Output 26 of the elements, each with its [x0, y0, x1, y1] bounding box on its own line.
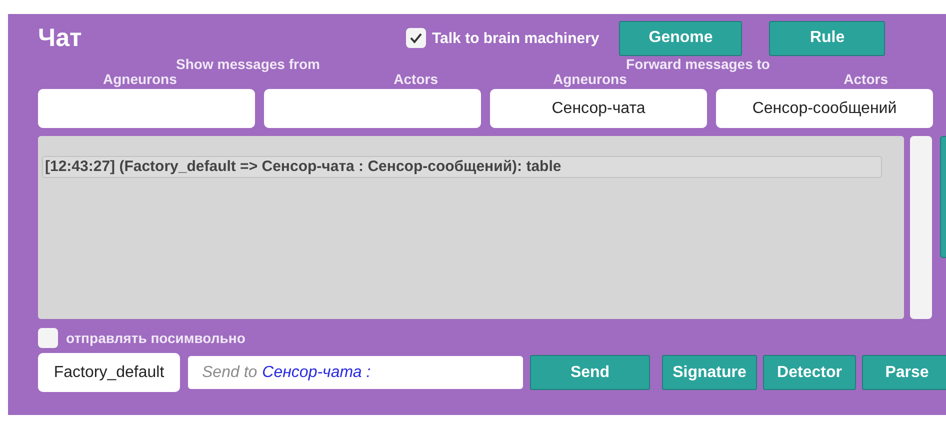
action-button[interactable]: Detector: [763, 355, 856, 390]
checkbox[interactable]: [406, 28, 426, 48]
action-button[interactable]: Parse: [862, 355, 946, 390]
send-button[interactable]: Send: [530, 355, 650, 390]
panel-title: Чат: [38, 24, 83, 52]
message-input[interactable]: Send to Сенсор-чата :: [188, 356, 523, 389]
column-heading: Agneurons: [102, 72, 178, 87]
name-field[interactable]: [38, 89, 255, 128]
name-field[interactable]: [264, 89, 481, 128]
action-button[interactable]: Signature: [662, 355, 757, 390]
section-heading: Forward messages to: [625, 56, 771, 72]
column-heading: Actors: [842, 72, 889, 87]
checkmark-icon: [409, 31, 423, 45]
section-heading: Show messages from: [175, 56, 321, 72]
toolbar-button[interactable]: Genome: [619, 20, 742, 56]
toolbar-button[interactable]: Rule: [769, 20, 886, 56]
column-heading: Agneurons: [552, 72, 628, 87]
checkbox[interactable]: [38, 328, 58, 348]
column-heading: Actors: [392, 72, 439, 87]
sender-field[interactable]: Factory_default: [38, 353, 180, 392]
scrollbar[interactable]: [910, 136, 932, 319]
checkbox-label: отправлять посимвольно: [66, 330, 246, 346]
name-field[interactable]: Сенсор-сообщений: [716, 89, 933, 128]
log-entry: [12:43:27] (Factory_default => Сенсор-чата : Сенсор-сообщений): table: [42, 156, 882, 178]
checkbox-label: Talk to brain machinery: [432, 30, 600, 46]
name-field[interactable]: Сенсор-чата: [490, 89, 707, 128]
